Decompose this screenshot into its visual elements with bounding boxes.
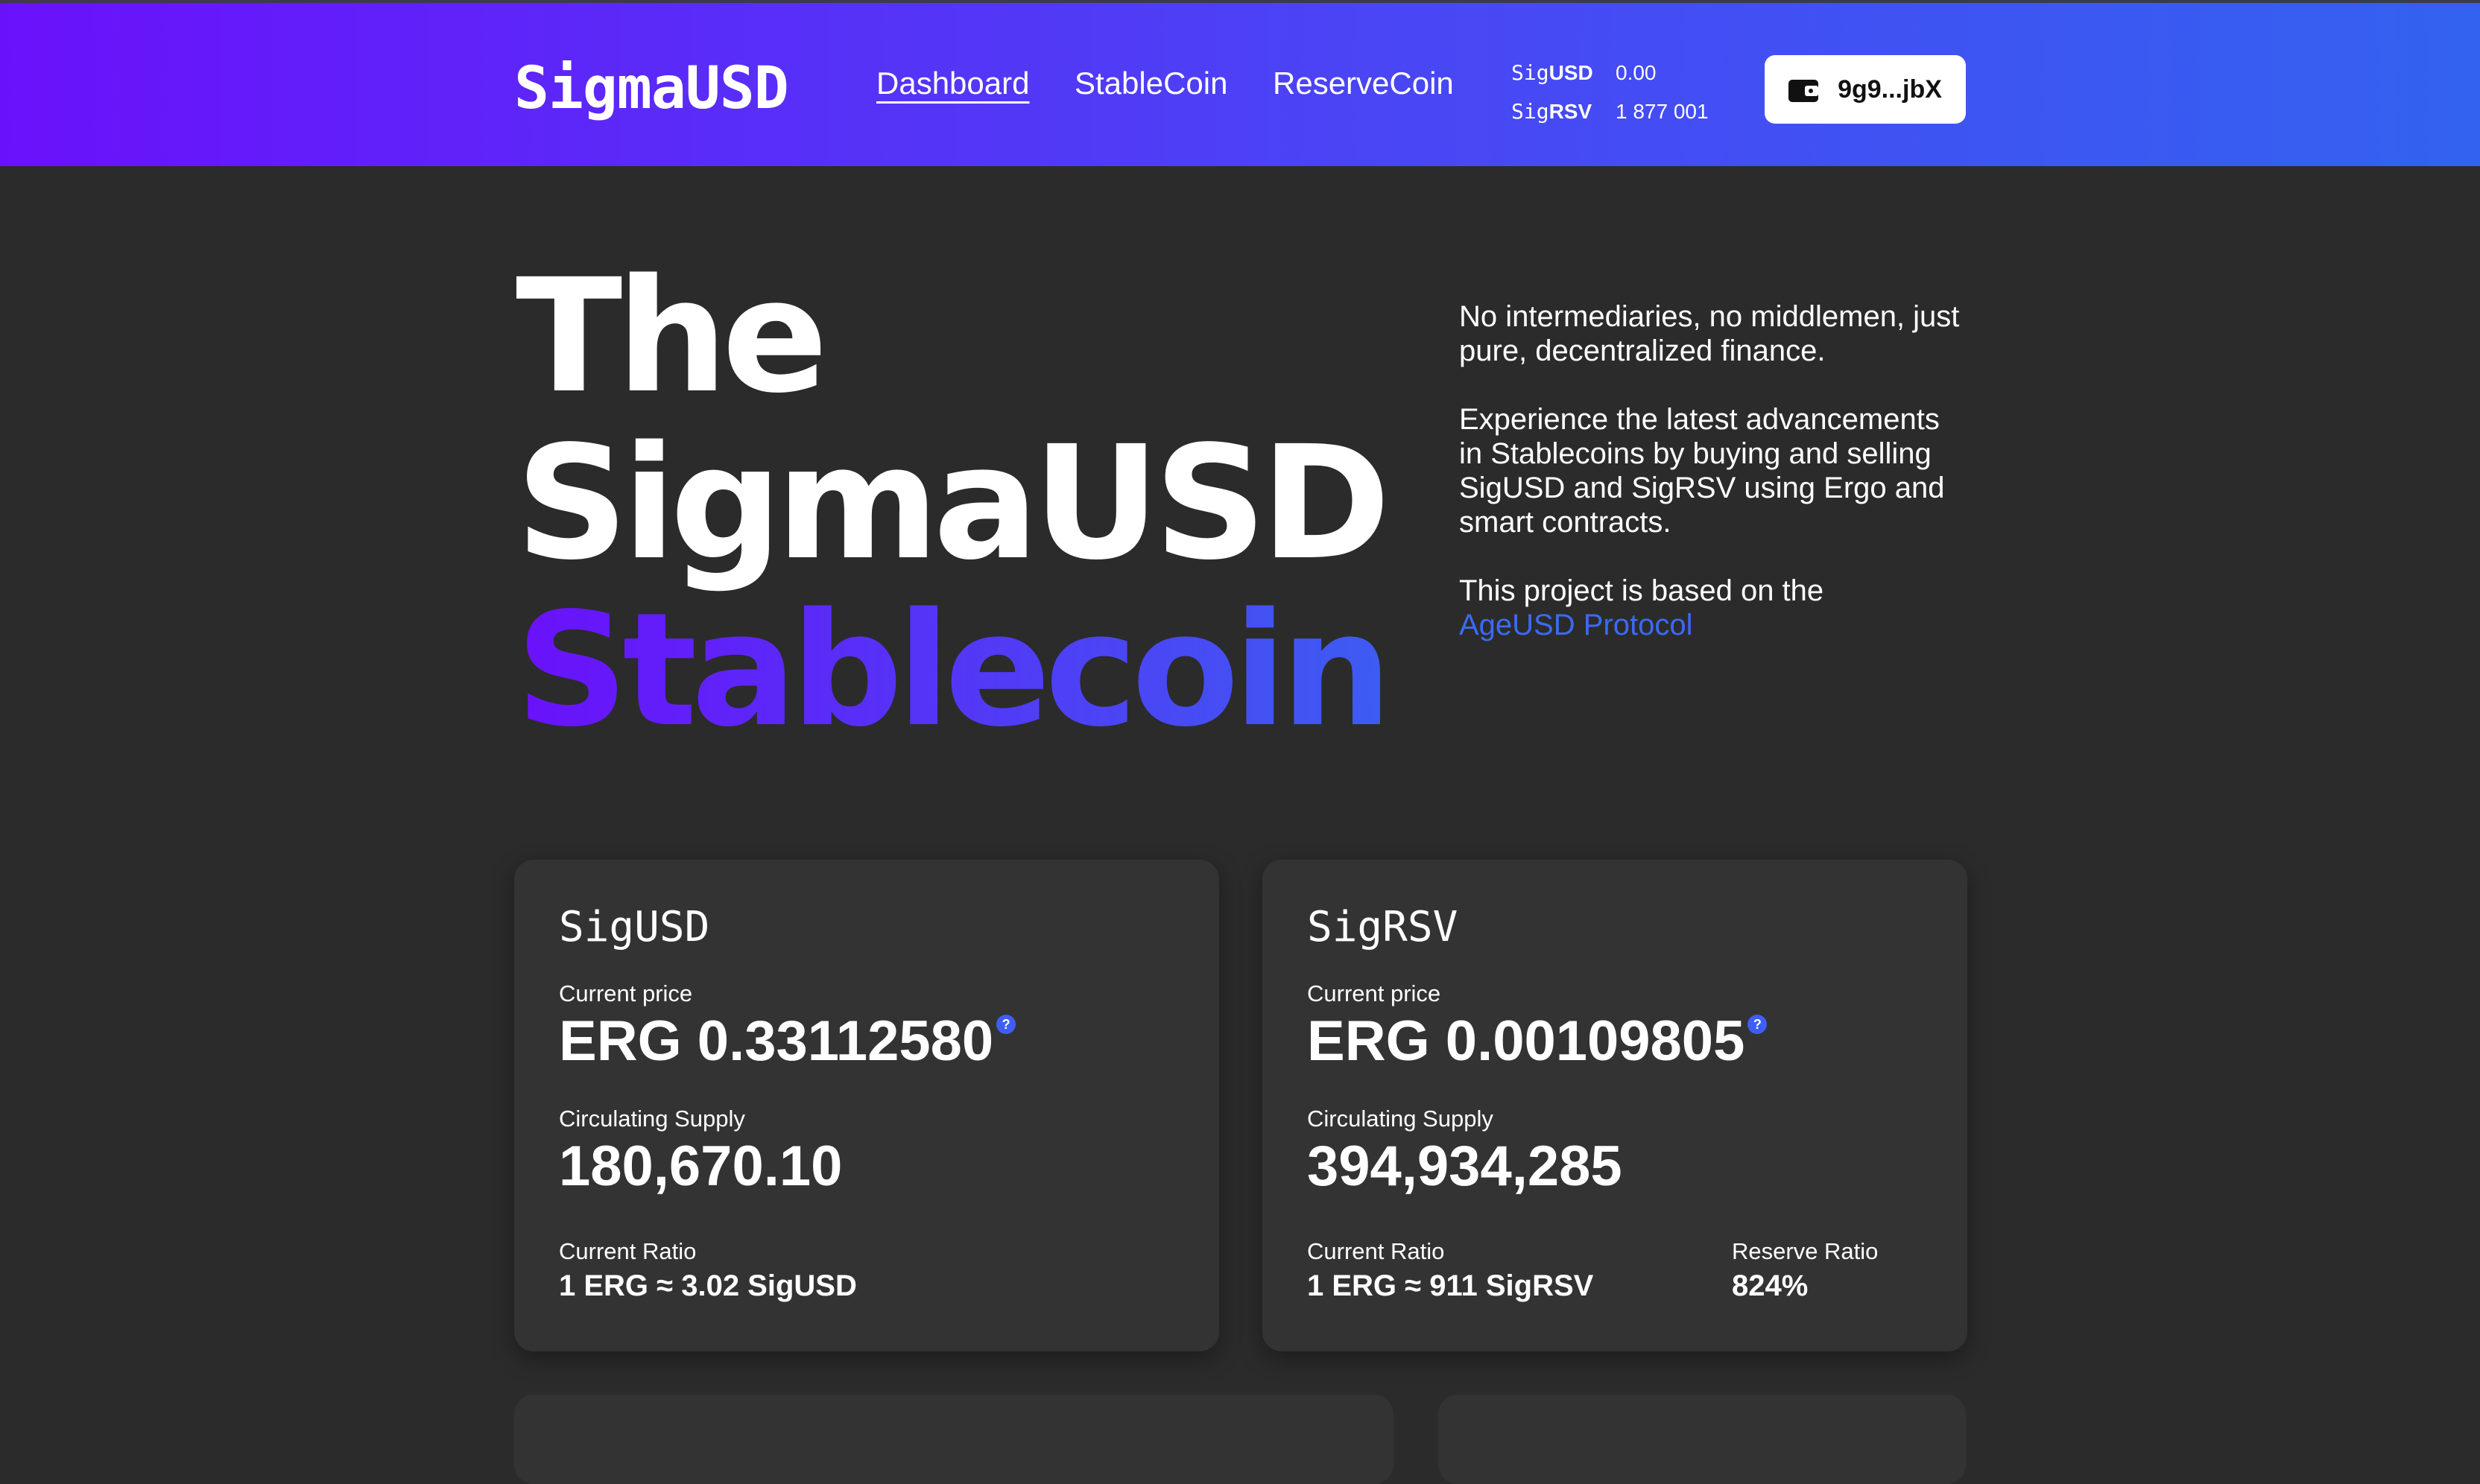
help-icon[interactable]: ? <box>1747 1015 1768 1034</box>
current-price: ERG 0.33112580 <box>559 1009 994 1073</box>
hero-paragraph: This project is based on the <box>1459 574 1824 607</box>
circulating-supply: 180,670.10 <box>559 1135 843 1198</box>
ratio-label: Current Ratio <box>1307 1238 1445 1264</box>
wallet-address: 9g9...jbX <box>1838 74 1942 104</box>
wallet-button[interactable]: 9g9...jbX <box>1765 55 1966 124</box>
balance-prefix: Sig <box>1511 60 1549 85</box>
hero-title-line: The <box>516 245 828 428</box>
nav-dashboard[interactable]: Dashboard <box>876 66 1029 101</box>
nav-reservecoin[interactable]: ReserveCoin <box>1273 66 1454 101</box>
current-ratio: 1 ERG ≈ 911 SigRSV <box>1307 1269 1594 1302</box>
token-balances: SigUSD 0.00 SigRSV 1 877 001 <box>1511 54 1709 131</box>
top-nav-bar: SigmaUSD Dashboard StableCoin ReserveCoi… <box>0 0 2480 166</box>
balance-suffix: RSV <box>1549 100 1592 123</box>
circulating-supply: 394,934,285 <box>1307 1135 1622 1198</box>
ageusd-protocol-link[interactable]: AgeUSD Protocol <box>1459 609 1692 641</box>
card-title: SigUSD <box>559 903 710 951</box>
sigusd-card: SigUSD Current price ERG 0.33112580? Cir… <box>514 860 1219 1351</box>
current-ratio: 1 ERG ≈ 3.02 SigUSD <box>559 1269 857 1302</box>
hero-paragraph: No intermediaries, no middlemen, just pu… <box>1459 300 1960 367</box>
reserve-ratio: 824% <box>1732 1269 1809 1302</box>
logo[interactable]: SigmaUSD <box>514 55 789 122</box>
supply-label: Circulating Supply <box>559 1106 745 1132</box>
balance-sigusd: SigUSD 0.00 <box>1511 54 1709 92</box>
lower-card <box>514 1395 1394 1484</box>
ratio-label: Current Ratio <box>559 1238 697 1264</box>
wallet-icon <box>1788 77 1819 102</box>
help-icon[interactable]: ? <box>996 1015 1016 1034</box>
nav-stablecoin[interactable]: StableCoin <box>1075 66 1227 101</box>
balance-value: 1 877 001 <box>1616 100 1709 123</box>
supply-label: Circulating Supply <box>1307 1106 1493 1132</box>
hero-paragraph: Experience the latest advancements in St… <box>1459 403 1945 539</box>
balance-suffix: USD <box>1549 61 1593 84</box>
price-label: Current price <box>559 980 693 1006</box>
balance-value: 0.00 <box>1616 61 1657 84</box>
hero-title: The SigmaUSD Stablecoin <box>516 245 1392 761</box>
sigrsv-card: SigRSV Current price ERG 0.00109805? Cir… <box>1262 860 1967 1351</box>
current-price: ERG 0.00109805 <box>1307 1009 1745 1073</box>
hero-description: No intermediaries, no middlemen, just pu… <box>1459 299 1966 676</box>
hero-title-highlight: Stablecoin <box>516 579 1392 761</box>
price-label: Current price <box>1307 980 1441 1006</box>
balance-prefix: Sig <box>1511 99 1549 124</box>
hero-title-line: SigmaUSD <box>516 412 1391 594</box>
lower-card <box>1438 1395 1966 1484</box>
balance-sigrsv: SigRSV 1 877 001 <box>1511 92 1709 131</box>
reserve-ratio-label: Reserve Ratio <box>1732 1238 1879 1264</box>
card-title: SigRSV <box>1307 903 1458 951</box>
